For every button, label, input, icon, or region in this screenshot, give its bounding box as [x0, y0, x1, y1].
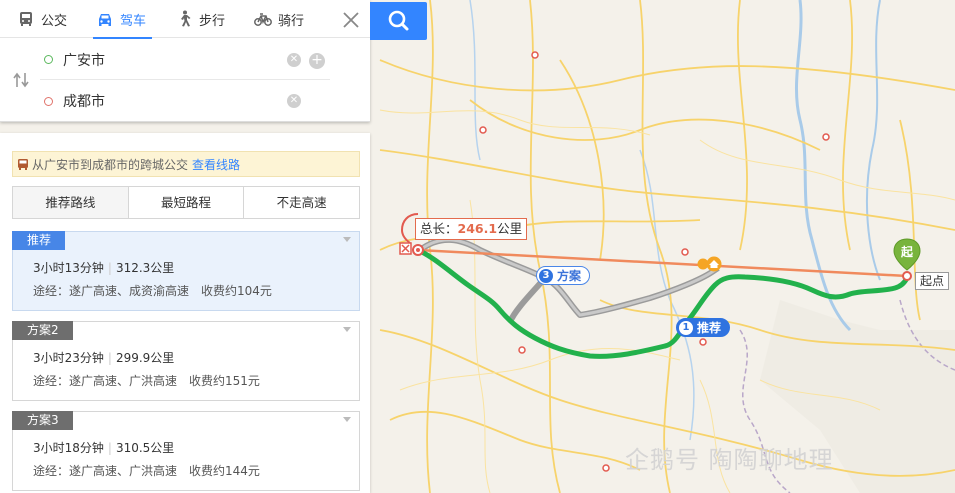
route-preference-tabs: 推荐路线 最短路程 不走高速 — [12, 186, 360, 219]
tab-recommended-route[interactable]: 推荐路线 — [13, 187, 129, 218]
plan-duration: 3小时23分钟 — [33, 351, 104, 365]
tab-drive-label: 驾车 — [120, 13, 147, 29]
travel-mode-tabs: 公交 驾车 步行 骑行 — [0, 0, 370, 39]
plan-details: 途经：遂广高速、广洪高速 收费约151元 — [33, 372, 260, 389]
start-pin-label: 起 — [900, 245, 913, 259]
plan3-pill-label: 方案 — [557, 269, 582, 283]
plan-duration: 3小时13分钟 — [33, 261, 104, 275]
clear-origin-button[interactable]: ✕ — [287, 53, 301, 67]
search-icon — [388, 10, 409, 31]
search-button[interactable] — [370, 2, 427, 40]
clear-destination-button[interactable]: ✕ — [287, 94, 301, 108]
plan1-pill-label: 推荐 — [697, 321, 722, 335]
plan-toll: 收费约144元 — [189, 464, 260, 478]
plan-tag: 方案2 — [12, 321, 73, 340]
plan-distance: 310.5公里 — [115, 441, 175, 455]
tab-bus[interactable]: 公交 — [0, 0, 79, 38]
swap-direction-icon[interactable] — [12, 72, 32, 88]
destination-input[interactable] — [63, 93, 283, 109]
plan-details: 途经：遂广高速、广洪高速 收费约144元 — [33, 462, 260, 479]
tab-bus-label: 公交 — [41, 13, 68, 29]
route-recommend-pill[interactable]: 1 推荐 — [676, 318, 731, 337]
tab-bike-label: 骑行 — [278, 13, 305, 29]
route-plan-3[interactable]: 方案3 3小时18分钟 | 310.5公里 途经：遂广高速、广洪高速 收费约144元 — [12, 411, 360, 491]
route-panel: 公交 驾车 步行 骑行 广安市 ✕ + 成都市 ✕ 从广安市到成都市的跨城公交 … — [0, 0, 427, 493]
total-distance-label: 总长：246.1公里 — [415, 218, 528, 240]
route-plan-2[interactable]: 方案2 3小时23分钟 | 299.9公里 途经：遂广高速、广洪高速 收费约151元 — [12, 321, 360, 401]
plan-summary: 3小时23分钟 | 299.9公里 — [33, 351, 175, 365]
plan-distance: 299.9公里 — [115, 351, 175, 365]
route-plan3-pill[interactable]: 3 方案 — [536, 266, 591, 285]
plan-distance: 312.3公里 — [115, 261, 175, 275]
bus-icon — [20, 12, 32, 26]
tab-shortest-route[interactable]: 最短路程 — [128, 187, 245, 218]
total-unit: 公里 — [497, 221, 523, 236]
plan-details: 途经：遂广高速、成资渝高速 收费约104元 — [33, 282, 272, 299]
bus-tip-text: 从广安市到成都市的跨城公交 — [32, 157, 189, 172]
total-prefix: 总长： — [420, 221, 458, 236]
toll-station-icon — [697, 256, 722, 272]
destination-dot-icon — [44, 96, 53, 106]
origin-dot-icon — [44, 55, 53, 64]
plan-toll: 收费约104元 — [201, 284, 272, 298]
close-icon[interactable] — [336, 8, 366, 32]
add-waypoint-button[interactable]: + — [309, 53, 325, 69]
plan-tag: 推荐 — [12, 231, 66, 250]
plan-via: 途经：遂广高速、广洪高速 — [33, 464, 178, 478]
plan-toll: 收费约151元 — [189, 374, 260, 388]
plan-summary: 3小时18分钟 | 310.5公里 — [33, 441, 175, 455]
intercity-bus-tip: 从广安市到成都市的跨城公交 查看线路 — [12, 151, 360, 177]
plan-via: 途经：遂广高速、成资渝高速 — [33, 284, 190, 298]
view-bus-lines-link[interactable]: 查看线路 — [192, 156, 240, 173]
tab-avoid-highway[interactable]: 不走高速 — [244, 187, 360, 218]
tab-bike[interactable]: 骑行 — [237, 0, 316, 38]
car-icon — [99, 14, 112, 26]
bus-tip-icon — [18, 158, 28, 170]
expand-caret-icon[interactable] — [343, 327, 351, 332]
plan-summary: 3小时13分钟 | 312.3公里 — [33, 261, 175, 275]
plan1-number-badge: 1 — [679, 320, 693, 335]
expand-caret-icon[interactable] — [343, 237, 351, 242]
plan-duration: 3小时18分钟 — [33, 441, 104, 455]
expand-caret-icon[interactable] — [343, 417, 351, 422]
plan-via: 途经：遂广高速、广洪高速 — [33, 374, 178, 388]
walk-icon — [181, 10, 191, 27]
start-point-label: 起点 — [915, 272, 950, 290]
route-plan-1[interactable]: 推荐 3小时13分钟 | 312.3公里 途经：遂广高速、成资渝高速 收费约104元 — [12, 231, 360, 311]
tab-walk-label: 步行 — [199, 13, 226, 29]
bike-icon — [254, 13, 272, 26]
watermark: 企鹅号 陶陶聊地理 — [625, 446, 834, 474]
tab-walk[interactable]: 步行 — [158, 0, 237, 38]
plan3-number-badge: 3 — [539, 268, 553, 283]
tab-drive[interactable]: 驾车 — [79, 0, 158, 39]
route-results: 从广安市到成都市的跨城公交 查看线路 推荐路线 最短路程 不走高速 推荐 3小时… — [0, 133, 370, 493]
plan-tag: 方案3 — [12, 411, 73, 430]
total-value: 246.1 — [457, 221, 498, 236]
origin-input[interactable] — [63, 51, 283, 68]
route-search-box: 公交 驾车 步行 骑行 广安市 ✕ + 成都市 ✕ — [0, 0, 370, 122]
